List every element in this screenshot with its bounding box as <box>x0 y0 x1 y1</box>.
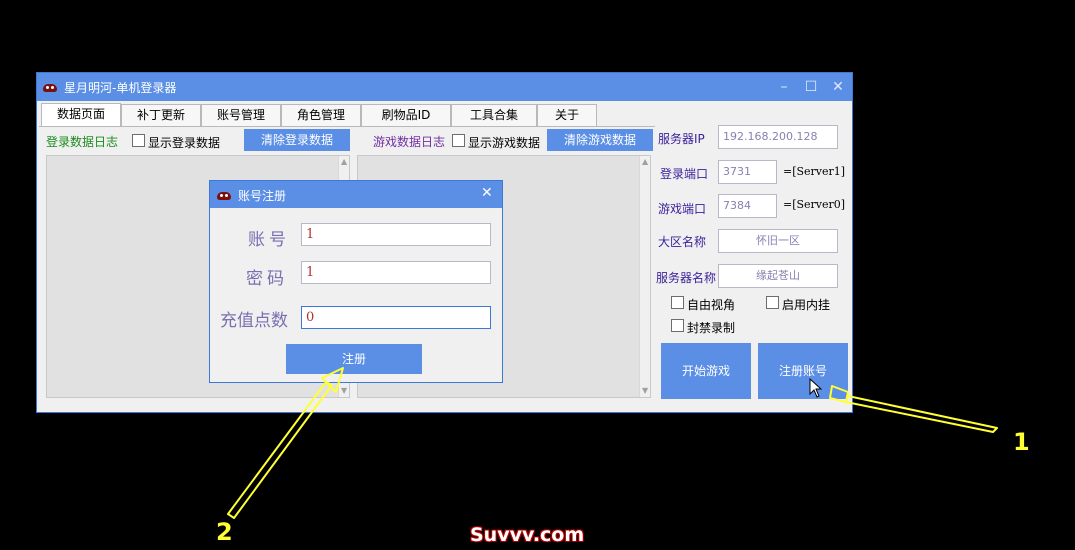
annotation-marker-1: 1 <box>1013 428 1030 456</box>
annotation-marker-2: 2 <box>216 518 233 546</box>
annotation-arrows <box>227 367 998 519</box>
watermark: Suvvv.com <box>470 524 585 546</box>
